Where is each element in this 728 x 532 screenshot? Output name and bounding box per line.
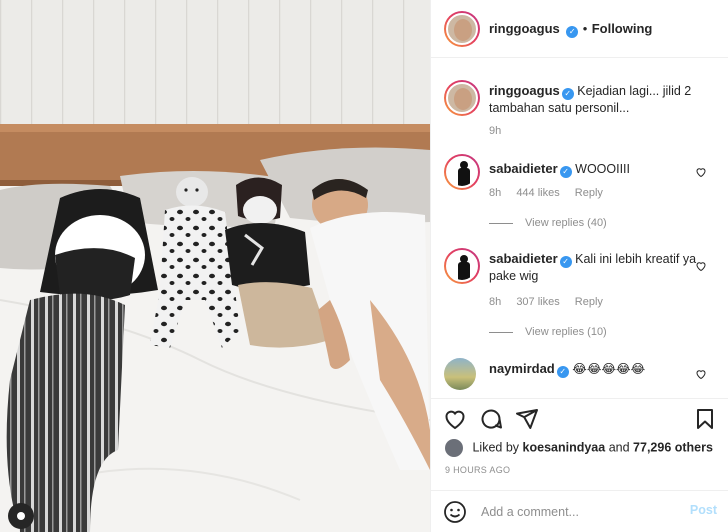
post-header: ringgoagus ✓ • Following <box>431 0 728 58</box>
comment-text: WOOOIIII <box>575 162 630 176</box>
post-timestamp[interactable]: 9 HOURS AGO <box>445 465 510 475</box>
post-photo[interactable] <box>0 0 430 532</box>
likes-summary: Liked by koesanindyaa and 77,296 others <box>445 439 713 457</box>
author-username[interactable]: ringgoagus <box>489 21 560 36</box>
heart-icon[interactable] <box>695 368 707 380</box>
likes-count[interactable]: 77,296 others <box>633 440 713 454</box>
post-detail-panel: ringgoagus ✓ • Following ringgoagus ✓ Kej… <box>430 0 728 532</box>
verified-badge-icon: ✓ <box>556 366 569 378</box>
separator-dot: • <box>582 21 588 36</box>
caption-username[interactable]: ringgoagus <box>489 83 560 98</box>
commenter-avatar[interactable] <box>444 358 476 390</box>
liker-avatar[interactable] <box>445 439 463 457</box>
comment-item: naymirdad ✓ 😂😂😂😂😂 <box>431 354 728 398</box>
heart-icon[interactable] <box>443 407 467 431</box>
reply-button[interactable]: Reply <box>575 187 603 199</box>
comment-composer: Post <box>431 490 728 532</box>
emoji-icon[interactable] <box>443 500 467 524</box>
comment-username[interactable]: sabaidieter <box>489 161 558 176</box>
liker-username[interactable]: koesanindyaa <box>523 440 606 454</box>
reply-button[interactable]: Reply <box>575 296 603 308</box>
comment-likes[interactable]: 307 likes <box>516 296 559 308</box>
commenter-avatar[interactable] <box>444 248 480 284</box>
verified-badge-icon: ✓ <box>559 256 572 268</box>
post-button[interactable]: Post <box>690 503 717 517</box>
view-replies-button[interactable]: View replies (40) <box>489 217 607 229</box>
bookmark-icon[interactable] <box>693 407 717 431</box>
verified-badge-icon: ✓ <box>559 166 572 178</box>
commenter-avatar[interactable] <box>444 154 480 190</box>
comment-meta: 8h 307 likes Reply <box>489 296 615 308</box>
caption-meta: 9h <box>489 125 513 137</box>
caption-time: 9h <box>489 125 502 137</box>
comment-username[interactable]: sabaidieter <box>489 251 558 266</box>
comment-text: 😂😂😂😂😂 <box>572 362 646 376</box>
share-icon[interactable] <box>515 407 539 431</box>
comment-time: 8h <box>489 296 502 308</box>
verified-badge-icon: ✓ <box>561 88 574 100</box>
comment-username[interactable]: naymirdad <box>489 361 555 376</box>
heart-icon[interactable] <box>695 260 707 272</box>
following-button[interactable]: Following <box>592 21 653 36</box>
comment-likes[interactable]: 444 likes <box>516 187 559 199</box>
comment-icon[interactable] <box>479 407 503 431</box>
photo-illustration <box>0 0 430 532</box>
comment-time: 8h <box>489 187 502 199</box>
comment-meta: 8h 444 likes Reply <box>489 187 615 199</box>
action-bar <box>431 398 728 438</box>
verified-badge-icon: ✓ <box>566 26 579 38</box>
carousel-indicator[interactable] <box>8 503 34 529</box>
comment-input[interactable] <box>481 501 676 523</box>
heart-icon[interactable] <box>695 166 707 178</box>
author-avatar[interactable] <box>444 11 480 47</box>
view-replies-button[interactable]: View replies (10) <box>489 326 607 338</box>
caption-avatar[interactable] <box>444 80 480 116</box>
